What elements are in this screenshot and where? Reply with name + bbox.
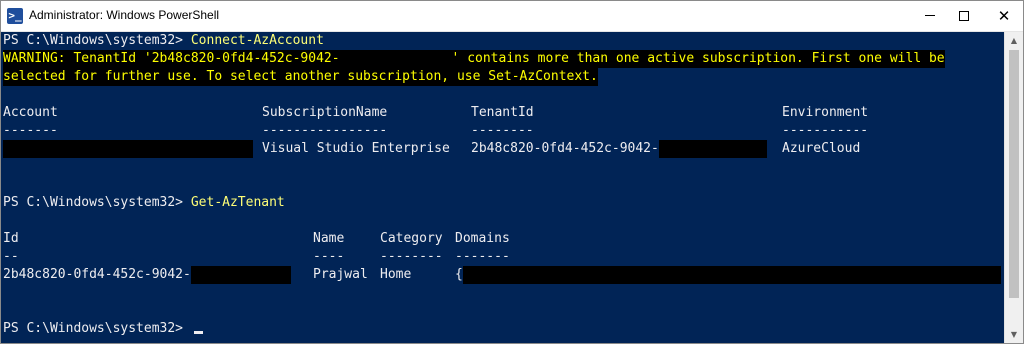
table-row: 2b48c820-0fd4-452c-9042- Prajwal Home { bbox=[3, 266, 1003, 284]
tenant-id-prefix: 2b48c820-0fd4-452c-9042- bbox=[3, 267, 191, 282]
table-header-row: Id Name Category Domains bbox=[3, 230, 1003, 248]
redacted-block bbox=[190, 266, 291, 284]
console-line: PS C:\Windows\system32> Connect-AzAccoun… bbox=[3, 32, 1003, 50]
prompt: PS C:\Windows\system32> bbox=[3, 33, 191, 48]
scroll-down-icon[interactable]: ▼ bbox=[1005, 326, 1023, 343]
column-header: Environment bbox=[782, 105, 869, 120]
tenant-category: Home bbox=[380, 267, 412, 282]
close-icon: ✕ bbox=[997, 7, 1011, 25]
powershell-icon: >_ bbox=[7, 8, 23, 24]
tenant-id: 2b48c820-0fd4-452c-9042- bbox=[3, 266, 291, 284]
text-cursor bbox=[193, 331, 203, 334]
tenant-id: 2b48c820-0fd4-452c-9042- bbox=[471, 140, 767, 158]
column-header: Domains bbox=[455, 231, 510, 246]
command-text: Connect-AzAccount bbox=[190, 33, 324, 48]
tenant-domains: { bbox=[455, 266, 1001, 284]
column-underline: ---- bbox=[313, 249, 345, 264]
column-header: Name bbox=[313, 231, 345, 246]
tenant-id-prefix: 2b48c820-0fd4-452c-9042- bbox=[471, 141, 659, 156]
warning-text-part: ' contains more than one active subscrip… bbox=[451, 51, 945, 66]
scrollbar-thumb[interactable] bbox=[1009, 50, 1019, 298]
console-output[interactable]: PS C:\Windows\system32> Connect-AzAccoun… bbox=[3, 32, 1003, 342]
powershell-window: >_ Administrator: Windows PowerShell ✕ P… bbox=[0, 0, 1024, 344]
redacted-block bbox=[658, 140, 767, 158]
redacted-block bbox=[339, 50, 452, 68]
column-underline: -- bbox=[3, 249, 19, 264]
table-row: Visual Studio Enterprise 2b48c820-0fd4-4… bbox=[3, 140, 1003, 158]
column-underline: -------- bbox=[471, 123, 534, 138]
redacted-block bbox=[462, 266, 1001, 284]
column-underline: ----------- bbox=[782, 123, 869, 138]
console-line: PS C:\Windows\system32> Get-AzTenant bbox=[3, 194, 1003, 212]
console-line: PS C:\Windows\system32> bbox=[3, 320, 1003, 338]
warning-line: selected for further use. To select anot… bbox=[3, 68, 1003, 86]
column-header: TenantId bbox=[471, 105, 534, 120]
column-underline: ------- bbox=[3, 123, 58, 138]
subscription-name: Visual Studio Enterprise bbox=[262, 141, 450, 156]
close-button[interactable]: ✕ bbox=[981, 1, 1023, 31]
minimize-icon bbox=[925, 15, 935, 16]
warning-text-part: WARNING: TenantId '2b48c820-0fd4-452c-90… bbox=[3, 51, 340, 66]
table-underline-row: ------- ---------------- -------- ------… bbox=[3, 122, 1003, 140]
environment: AzureCloud bbox=[782, 141, 861, 156]
maximize-icon bbox=[959, 10, 969, 21]
vertical-scrollbar[interactable]: ▲ ▼ bbox=[1004, 32, 1023, 343]
scroll-up-icon[interactable]: ▲ bbox=[1005, 32, 1023, 49]
table-underline-row: -- ---- -------- ------- bbox=[3, 248, 1003, 266]
warning-text: WARNING: TenantId '2b48c820-0fd4-452c-90… bbox=[3, 50, 945, 68]
prompt: PS C:\Windows\system32> bbox=[3, 195, 191, 210]
redacted-block bbox=[3, 140, 253, 158]
column-header: Category bbox=[380, 231, 443, 246]
window-title: Administrator: Windows PowerShell bbox=[29, 8, 220, 22]
column-header: SubscriptionName bbox=[262, 105, 388, 120]
tenant-name: Prajwal bbox=[313, 267, 368, 282]
warning-text: selected for further use. To select anot… bbox=[3, 68, 598, 86]
table-header-row: Account SubscriptionName TenantId Enviro… bbox=[3, 104, 1003, 122]
prompt: PS C:\Windows\system32> bbox=[3, 321, 191, 336]
domains-prefix: { bbox=[455, 267, 463, 282]
column-underline: ------- bbox=[455, 249, 510, 264]
warning-line: WARNING: TenantId '2b48c820-0fd4-452c-90… bbox=[3, 50, 1003, 68]
column-underline: -------- bbox=[380, 249, 443, 264]
column-header: Id bbox=[3, 231, 19, 246]
title-bar[interactable]: >_ Administrator: Windows PowerShell ✕ bbox=[1, 1, 1023, 32]
command-text: Get-AzTenant bbox=[190, 195, 285, 210]
column-header: Account bbox=[3, 105, 58, 120]
column-underline: ---------------- bbox=[262, 123, 388, 138]
